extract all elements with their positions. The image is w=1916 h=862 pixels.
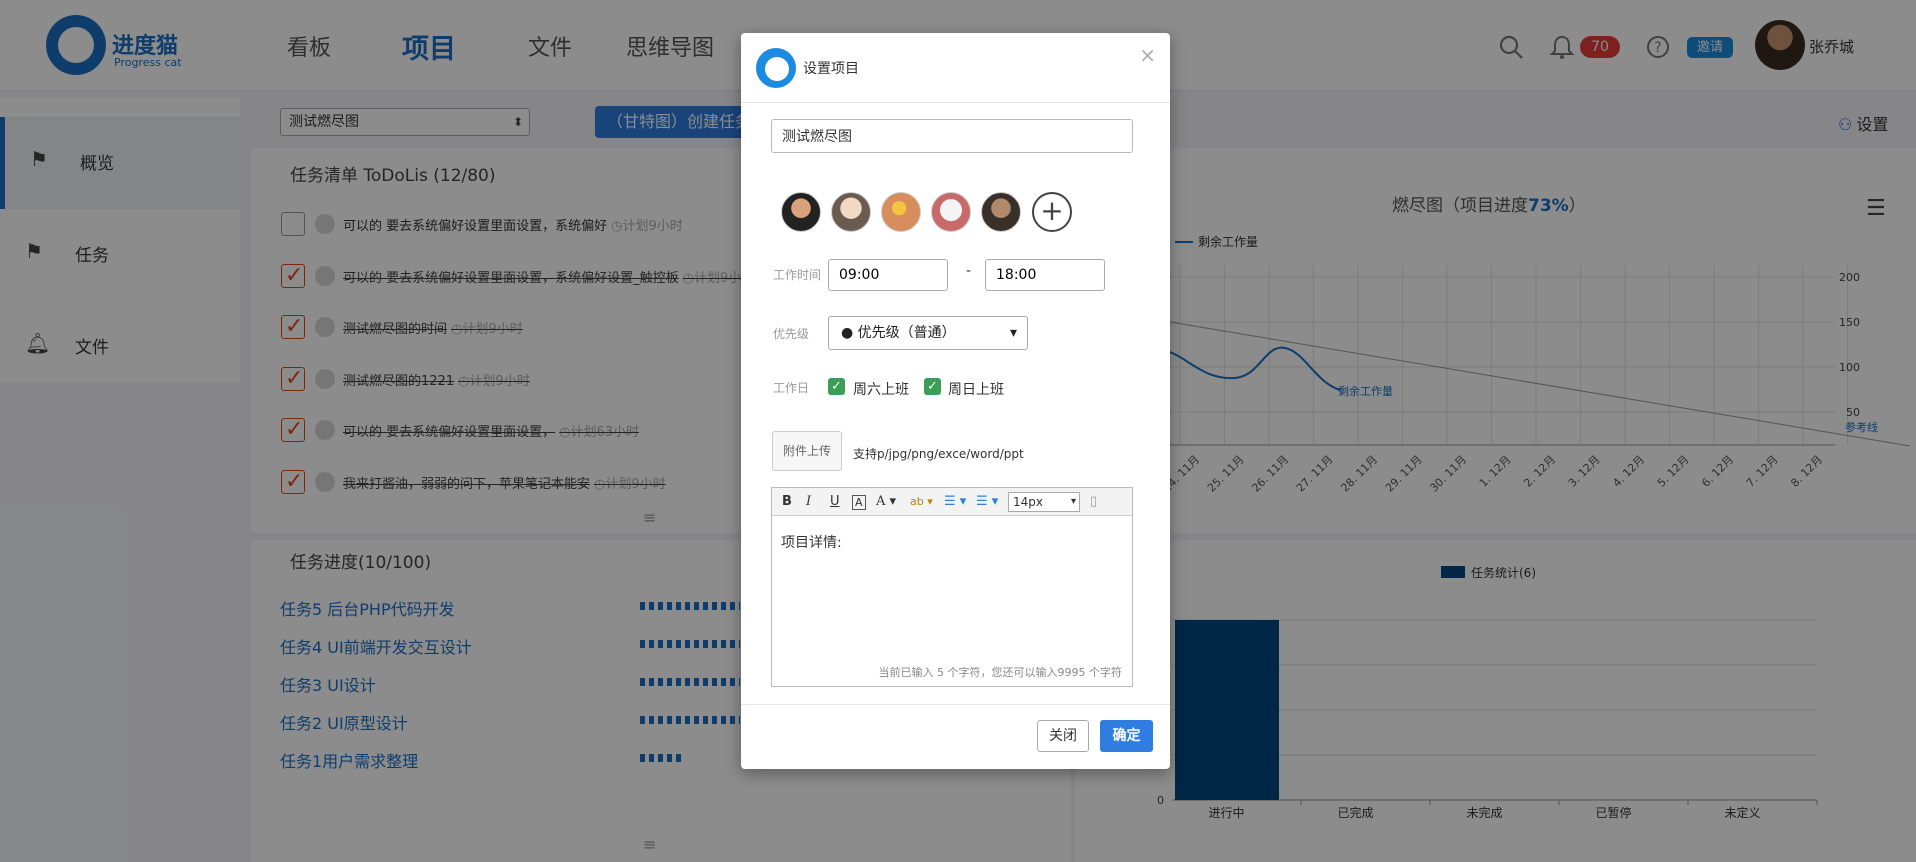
ordered-list-icon[interactable]: ☰ ▾ — [944, 494, 966, 509]
priority-select[interactable]: ● 优先级（普通） — [828, 316, 1028, 350]
workday-label: 工作日 — [773, 381, 810, 395]
close-button[interactable]: 关闭 — [1037, 720, 1089, 752]
underline-icon[interactable]: U — [830, 494, 840, 509]
project-name-input[interactable] — [771, 119, 1133, 153]
bullet-list-icon[interactable]: ☰ ▾ — [976, 494, 998, 509]
highlight-icon[interactable]: ab ▾ — [910, 495, 933, 508]
document-icon[interactable]: ▯ — [1090, 494, 1097, 509]
attachment-upload-button[interactable]: 附件上传 — [772, 431, 842, 471]
project-settings-modal: 设置项目 × + 工作时间 - 优先级 ● 优先级（普通） 工作日 ✓ 周六上班… — [741, 33, 1170, 769]
character-count: 当前已输入 5 个字符，您还可以输入9995 个字符 — [878, 666, 1122, 679]
bold-icon[interactable]: B — [782, 494, 792, 509]
font-size-select[interactable]: 14px ▾ — [1008, 492, 1080, 512]
member-avatar[interactable] — [831, 192, 871, 232]
member-avatar[interactable] — [931, 192, 971, 232]
time-separator: - — [966, 263, 972, 279]
italic-icon[interactable]: I — [806, 494, 811, 509]
rich-text-editor[interactable]: B I U A A ▾ ab ▾ ☰ ▾ ☰ ▾ 14px ▾ ▯ 项目详情: 当… — [771, 487, 1133, 687]
modal-footer-divider — [741, 704, 1170, 705]
close-icon[interactable]: × — [1139, 43, 1156, 67]
member-avatar[interactable] — [881, 192, 921, 232]
sunday-label: 周日上班 — [948, 382, 1004, 398]
font-style-icon[interactable]: A — [852, 495, 866, 510]
modal-header: 设置项目 × — [741, 33, 1170, 103]
sunday-checkbox[interactable]: ✓ — [924, 378, 941, 395]
font-color-icon[interactable]: A ▾ — [876, 494, 896, 509]
end-time-input[interactable] — [985, 259, 1105, 291]
editor-toolbar: B I U A A ▾ ab ▾ ☰ ▾ ☰ ▾ 14px ▾ ▯ — [772, 488, 1132, 516]
modal-title: 设置项目 — [803, 61, 859, 77]
priority-label: 优先级 — [773, 327, 810, 341]
font-size-value: 14px — [1013, 495, 1043, 509]
upload-hint: 支持p/jpg/png/exce/word/ppt — [853, 447, 1024, 461]
editor-content[interactable]: 项目详情: — [781, 532, 842, 552]
work-time-label: 工作时间 — [773, 268, 822, 282]
member-avatar[interactable] — [781, 192, 821, 232]
progress-cat-logo-icon — [756, 48, 796, 88]
saturday-label: 周六上班 — [853, 382, 909, 398]
add-member-button[interactable]: + — [1032, 192, 1072, 232]
saturday-checkbox[interactable]: ✓ — [828, 378, 845, 395]
member-avatar[interactable] — [981, 192, 1021, 232]
start-time-input[interactable] — [828, 259, 948, 291]
confirm-button[interactable]: 确定 — [1100, 720, 1153, 752]
